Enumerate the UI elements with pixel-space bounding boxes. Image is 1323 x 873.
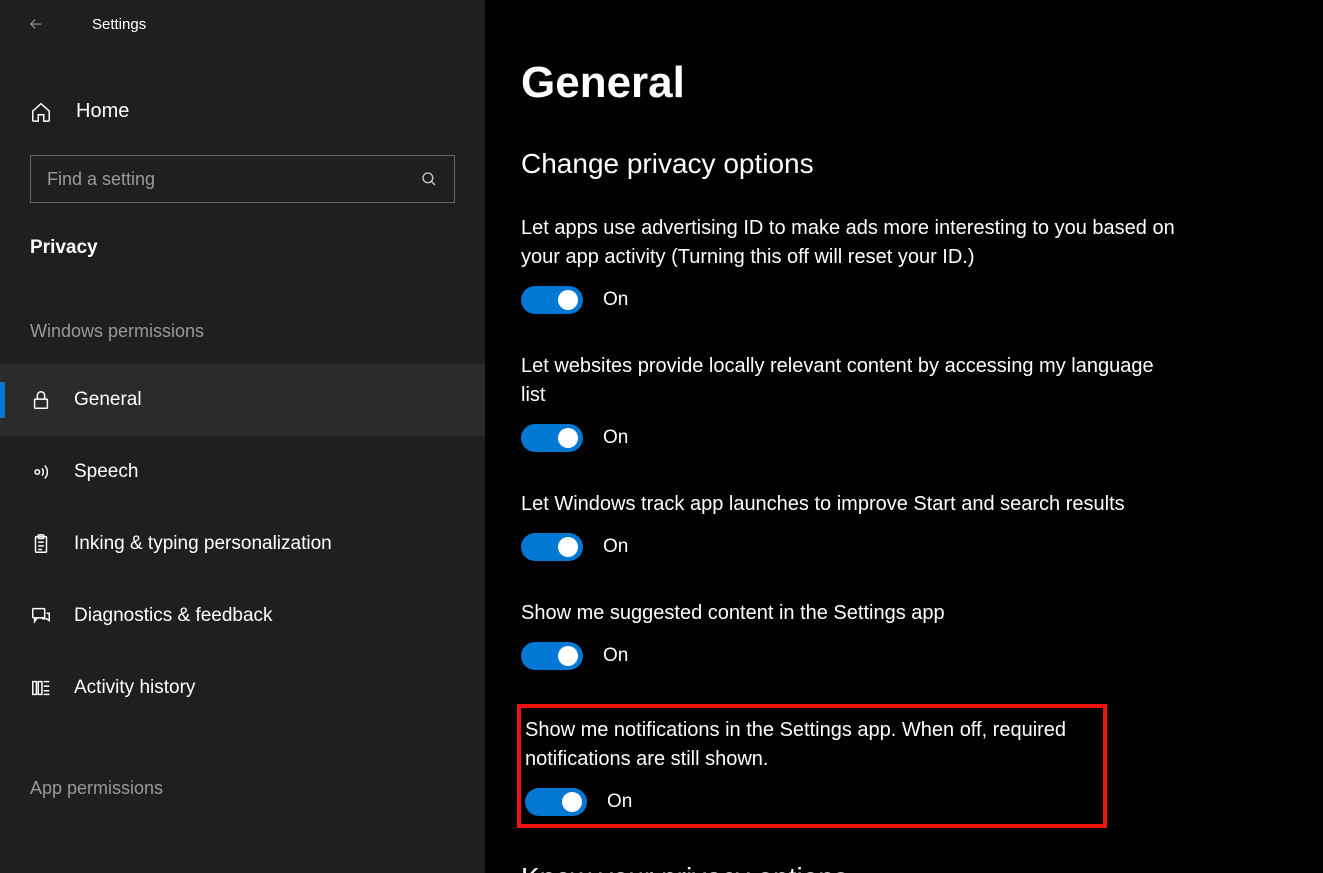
- setting-language-list: Let websites provide locally relevant co…: [521, 348, 1181, 458]
- setting-suggested-content: Show me suggested content in the Setting…: [521, 595, 1181, 676]
- speech-icon: [30, 461, 52, 483]
- clipboard-icon: [30, 533, 52, 555]
- back-button[interactable]: [12, 0, 60, 48]
- search-box[interactable]: [30, 155, 455, 203]
- window-title: Settings: [92, 16, 146, 33]
- toggle-row: On: [521, 424, 1175, 452]
- sidebar-item-label: Speech: [74, 461, 138, 483]
- sidebar-item-label: Diagnostics & feedback: [74, 605, 273, 627]
- setting-track-app-launches: Let Windows track app launches to improv…: [521, 486, 1181, 567]
- sidebar-group-windows-permissions: Windows permissions: [30, 321, 455, 342]
- subheading-know-privacy: Know your privacy options: [521, 862, 1323, 873]
- sidebar: Settings Home Privacy Windows permission…: [0, 0, 485, 873]
- toggle-state-label: On: [603, 427, 628, 449]
- toggle-switch[interactable]: [521, 533, 583, 561]
- main-content: General Change privacy options Let apps …: [485, 0, 1323, 873]
- setting-text: Let websites provide locally relevant co…: [521, 352, 1175, 410]
- sidebar-home-label: Home: [76, 100, 129, 123]
- sidebar-item-activity-history[interactable]: Activity history: [0, 652, 485, 724]
- toggle-row: On: [521, 642, 1175, 670]
- toggle-switch[interactable]: [525, 788, 587, 816]
- feedback-icon: [30, 605, 52, 627]
- sidebar-item-speech[interactable]: Speech: [0, 436, 485, 508]
- sidebar-item-label: General: [74, 389, 142, 411]
- setting-advertising-id: Let apps use advertising ID to make ads …: [521, 210, 1181, 320]
- titlebar: Settings: [0, 0, 485, 48]
- toggle-row: On: [521, 286, 1175, 314]
- search-icon: [420, 170, 438, 188]
- sidebar-home[interactable]: Home: [0, 88, 485, 135]
- page-title: General: [521, 58, 1323, 108]
- sidebar-group-app-permissions: App permissions: [30, 778, 455, 799]
- sidebar-item-inking[interactable]: Inking & typing personalization: [0, 508, 485, 580]
- subheading-privacy-options: Change privacy options: [521, 148, 1323, 180]
- sidebar-item-diagnostics[interactable]: Diagnostics & feedback: [0, 580, 485, 652]
- back-arrow-icon: [27, 15, 45, 33]
- setting-text: Let apps use advertising ID to make ads …: [521, 214, 1175, 272]
- sidebar-item-label: Activity history: [74, 677, 195, 699]
- toggle-state-label: On: [603, 536, 628, 558]
- history-icon: [30, 677, 52, 699]
- home-icon: [30, 101, 52, 123]
- sidebar-item-label: Inking & typing personalization: [74, 533, 332, 555]
- toggle-switch[interactable]: [521, 286, 583, 314]
- toggle-state-label: On: [607, 791, 632, 813]
- setting-notifications-highlighted: Show me notifications in the Settings ap…: [517, 704, 1107, 828]
- search-input[interactable]: [47, 169, 420, 190]
- toggle-switch[interactable]: [521, 642, 583, 670]
- lock-icon: [30, 389, 52, 411]
- toggle-row: On: [521, 533, 1175, 561]
- toggle-switch[interactable]: [521, 424, 583, 452]
- sidebar-section-label: Privacy: [30, 237, 455, 259]
- toggle-row: On: [525, 788, 1091, 816]
- toggle-state-label: On: [603, 645, 628, 667]
- setting-text: Let Windows track app launches to improv…: [521, 490, 1175, 519]
- toggle-state-label: On: [603, 289, 628, 311]
- setting-text: Show me notifications in the Settings ap…: [525, 716, 1091, 774]
- sidebar-item-general[interactable]: General: [0, 364, 485, 436]
- setting-text: Show me suggested content in the Setting…: [521, 599, 1175, 628]
